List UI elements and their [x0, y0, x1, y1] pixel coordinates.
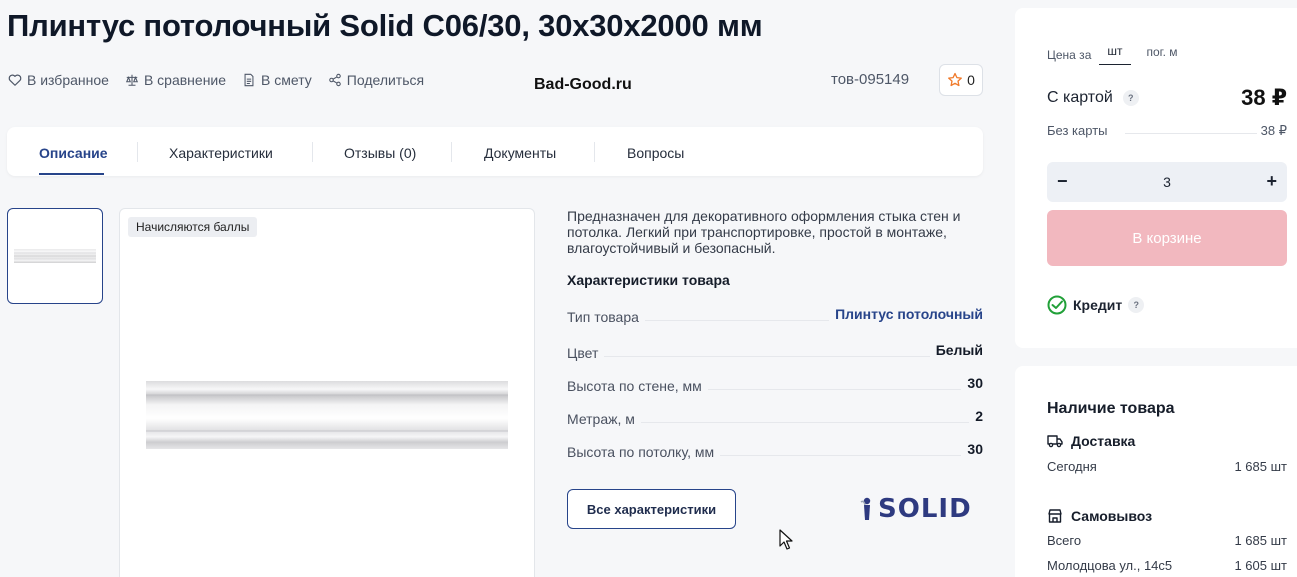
tab-divider [451, 142, 452, 162]
spec-row-length: Метраж, м 2 [567, 408, 983, 428]
add-to-compare-link[interactable]: В сравнение [125, 72, 226, 88]
specs-title: Характеристики товара [567, 272, 730, 288]
favorite-count: 0 [967, 72, 975, 88]
delivery-label: Доставка [1071, 433, 1136, 449]
store-icon [1048, 509, 1062, 523]
spec-value: Белый [929, 342, 983, 358]
add-to-estimate-label: В смету [261, 72, 312, 88]
spec-label: Высота по потолку, мм [567, 444, 721, 460]
spec-row-color: Цвет Белый [567, 342, 983, 362]
solid-logo-icon [860, 497, 871, 520]
favorite-count-button[interactable]: 0 [939, 64, 983, 96]
spec-label: Цвет [567, 345, 605, 361]
delivery-header: Доставка [1047, 433, 1135, 449]
site-watermark: Bad-Good.ru [534, 76, 632, 93]
share-label: Поделиться [346, 72, 425, 88]
product-actions: В избранное В сравнение В смету Поделить… [8, 70, 424, 90]
pickup-row[interactable]: Молодцова ул., 14с5 1 605 шт [1047, 558, 1287, 573]
scales-icon [125, 74, 138, 86]
credit-label: Кредит [1073, 297, 1123, 313]
sber-logo-icon [1047, 295, 1067, 315]
add-to-favorites-link[interactable]: В избранное [8, 72, 109, 88]
mouse-cursor-icon [779, 529, 793, 550]
pickup-row-stock: 1 685 шт [1234, 533, 1287, 548]
pickup-row-stock: 1 605 шт [1234, 558, 1287, 573]
delivery-day: Сегодня [1047, 459, 1097, 474]
product-thumbnail[interactable] [7, 208, 103, 304]
in-cart-button[interactable]: В корзине [1047, 210, 1287, 266]
availability-title: Наличие товара [1047, 400, 1175, 417]
spec-row-wall-height: Высота по стене, мм 30 [567, 375, 983, 395]
product-main-image[interactable]: Начисляются баллы [119, 208, 535, 577]
unit-selector: Цена за шт пог. м [1047, 44, 1186, 65]
buy-panel: Цена за шт пог. м С картой ? 38 ₽ Без ка… [1015, 8, 1297, 348]
tab-questions[interactable]: Вопросы [627, 145, 684, 161]
pickup-label: Самовывоз [1071, 508, 1153, 524]
add-to-favorites-label: В избранное [27, 72, 109, 88]
delivery-stock: 1 685 шт [1234, 459, 1287, 474]
product-description: Предназначен для декоративного оформлени… [567, 208, 961, 256]
tab-description[interactable]: Описание [39, 145, 108, 161]
spec-label: Тип товара [567, 309, 645, 325]
tab-divider [594, 142, 595, 162]
quantity-stepper: − 3 + [1047, 162, 1287, 202]
spec-label: Высота по стене, мм [567, 378, 708, 394]
spec-value-link[interactable]: Плинтус потолочный [829, 306, 983, 322]
without-card-label: Без карты [1047, 123, 1108, 138]
increase-quantity-button[interactable]: + [1266, 171, 1277, 192]
heart-icon [8, 74, 22, 86]
brand-name: SOLID [878, 494, 972, 524]
pickup-row-label: Молодцова ул., 14с5 [1047, 558, 1173, 573]
star-icon [948, 72, 963, 87]
tab-documents[interactable]: Документы [484, 145, 556, 161]
with-card-label: С картой [1047, 89, 1113, 106]
add-to-estimate-link[interactable]: В смету [242, 72, 312, 88]
product-tabs: Описание Характеристики Отзывы (0) Докум… [7, 127, 983, 176]
share-icon [329, 73, 341, 87]
document-icon [244, 73, 254, 87]
availability-panel: Наличие товара Доставка Сегодня 1 685 шт… [1015, 366, 1297, 577]
spec-value: 30 [961, 375, 983, 391]
tab-characteristics[interactable]: Характеристики [169, 145, 273, 161]
delivery-row: Сегодня 1 685 шт [1047, 459, 1287, 474]
molding-thumbnail-image [14, 249, 96, 263]
spec-value: 2 [969, 408, 983, 424]
spec-label: Метраж, м [567, 411, 641, 427]
product-sku: тов-095149 [831, 71, 910, 88]
price-for-label: Цена за [1047, 47, 1092, 62]
price-without-card: 38 ₽ [1260, 123, 1287, 138]
credit-link[interactable]: Кредит ? [1047, 295, 1145, 315]
price-with-card: 38 ₽ [1241, 85, 1287, 110]
spec-value: 30 [961, 441, 983, 457]
points-badge: Начисляются баллы [128, 217, 258, 237]
share-link[interactable]: Поделиться [328, 72, 424, 88]
tab-divider [312, 142, 313, 162]
active-tab-indicator [39, 173, 104, 175]
add-to-compare-label: В сравнение [143, 72, 227, 88]
tab-reviews[interactable]: Отзывы (0) [344, 145, 416, 161]
pickup-header: Самовывоз [1047, 508, 1152, 524]
quantity-input[interactable]: 3 [1047, 174, 1287, 190]
spec-row-type: Тип товара Плинтус потолочный [567, 306, 983, 326]
unit-option-pcs[interactable]: шт [1099, 44, 1131, 65]
with-card-row: С картой ? [1047, 89, 1139, 107]
truck-icon [1047, 435, 1063, 448]
unit-option-meter[interactable]: пог. м [1139, 45, 1186, 65]
page-title: Плинтус потолочный Solid C06/30, 30x30x2… [7, 8, 763, 43]
help-icon[interactable]: ? [1128, 297, 1145, 313]
pickup-row: Всего 1 685 шт [1047, 533, 1287, 548]
brand-logo[interactable]: SOLID [858, 494, 972, 524]
pickup-row-label: Всего [1047, 533, 1082, 548]
tab-divider [137, 142, 138, 162]
help-icon[interactable]: ? [1122, 90, 1139, 106]
molding-image [146, 381, 508, 449]
all-characteristics-button[interactable]: Все характеристики [567, 489, 736, 529]
spec-row-ceiling-height: Высота по потолку, мм 30 [567, 441, 983, 461]
